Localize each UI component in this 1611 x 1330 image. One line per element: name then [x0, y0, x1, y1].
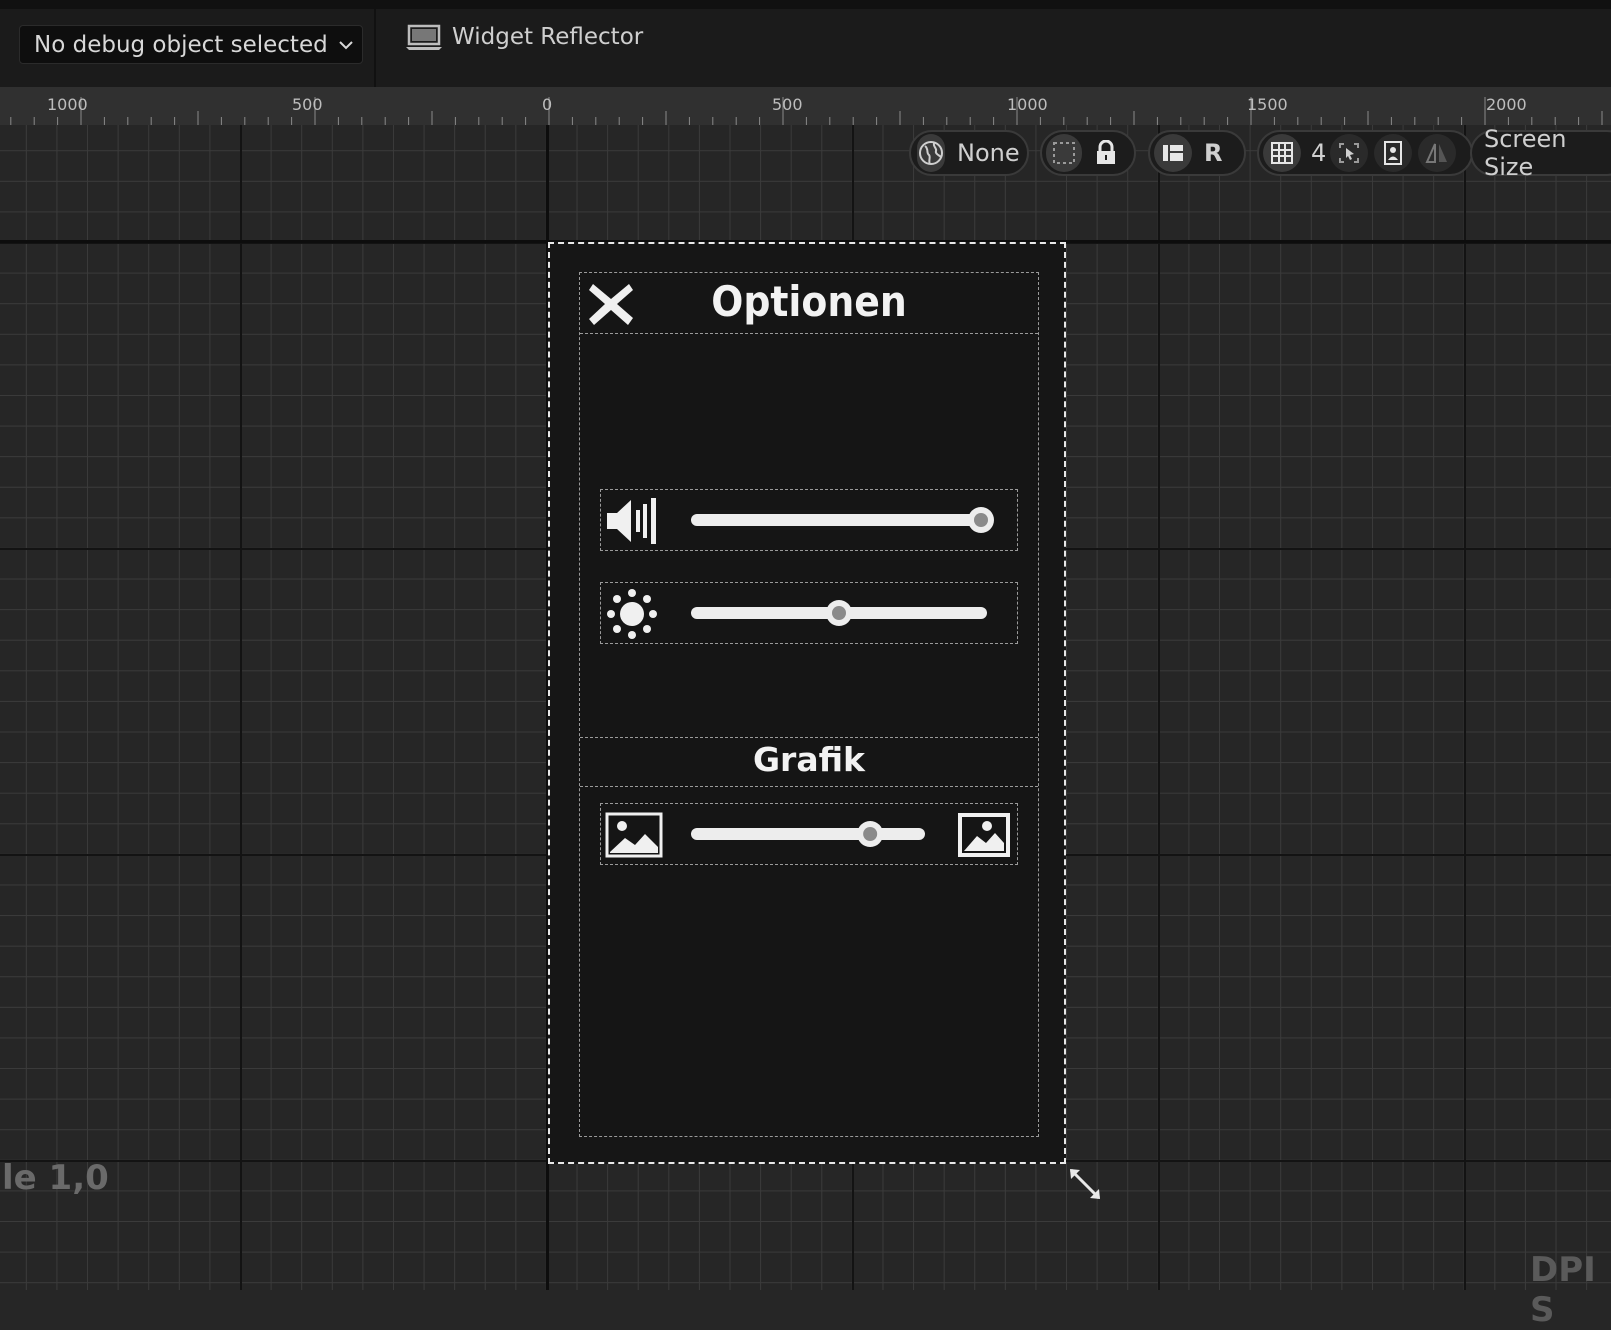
ruler-label: 500	[292, 95, 323, 114]
locale-label: None	[957, 139, 1020, 167]
respect-locks-label: R	[1204, 139, 1223, 167]
speaker-icon	[607, 498, 656, 544]
grid-snap-icon[interactable]	[1263, 134, 1301, 172]
window-top-band	[0, 0, 1611, 9]
ruler-label: 0	[542, 95, 553, 114]
image-preview-icon[interactable]	[1374, 134, 1413, 172]
graphics-section-title: Grafik	[752, 740, 866, 779]
graphics-quality-row	[600, 803, 1018, 865]
locale-button[interactable]: None	[909, 130, 1029, 176]
graphics-quality-slider[interactable]	[691, 804, 941, 864]
image-high-icon	[958, 813, 1010, 857]
layout-icon	[1154, 134, 1192, 172]
grid-pill: 4	[1257, 130, 1473, 176]
ruler-label: 1500	[1247, 95, 1288, 114]
image-low-icon	[605, 812, 663, 858]
lock-icon[interactable]	[1088, 134, 1124, 172]
chevron-down-icon	[338, 40, 353, 49]
title-row: Optionen	[580, 273, 1038, 334]
ruler-label: 1000	[47, 95, 88, 114]
brightness-row	[600, 582, 1018, 644]
widget-root[interactable]: Optionen Grafik	[548, 242, 1066, 1164]
debug-object-dropdown[interactable]: No debug object selected	[19, 25, 363, 64]
marquee-select-icon[interactable]	[1046, 134, 1082, 172]
dpi-scale-label: DPI S	[1530, 1250, 1596, 1330]
options-title: Optionen	[711, 277, 907, 326]
grid-size-value[interactable]: 4	[1307, 139, 1330, 167]
slider-thumb-dot	[974, 513, 988, 527]
graphics-section-header: Grafik	[580, 737, 1038, 787]
brightness-slider[interactable]	[691, 583, 1011, 643]
ruler-label: 1000	[1007, 95, 1048, 114]
horizontal-ruler: 1000 500 0 500 1000 1500 2000	[0, 87, 1611, 126]
ruler-label: 2000	[1486, 95, 1527, 114]
respect-locks-group: R	[1148, 130, 1246, 176]
flip-icon[interactable]	[1418, 134, 1457, 172]
lock-group	[1040, 130, 1136, 176]
zoom-scale-label: le 1,0	[2, 1158, 109, 1198]
slider-thumb-dot	[832, 606, 846, 620]
lock-pill	[1040, 130, 1136, 176]
brightness-icon	[607, 589, 657, 639]
debug-object-label: No debug object selected	[34, 31, 328, 58]
volume-row	[600, 489, 1018, 551]
pointer-select-icon[interactable]	[1330, 134, 1369, 172]
designer-toolbar: No debug object selected	[0, 9, 1611, 88]
toolbar-separator	[374, 9, 376, 87]
screen-size-group: Screen Size	[1470, 125, 1611, 181]
ruler-ticks	[10, 97, 1603, 125]
ruler-label: 500	[772, 95, 803, 114]
options-panel[interactable]: Optionen Grafik	[579, 272, 1039, 1137]
screen-size-button[interactable]: Screen Size	[1470, 125, 1611, 181]
monitor-icon	[406, 24, 442, 50]
resize-handle-icon[interactable]	[1066, 1165, 1106, 1205]
widget-reflector-label: Widget Reflector	[452, 24, 644, 50]
viewport-toolbar: None	[909, 130, 1029, 176]
globe-icon	[917, 134, 945, 172]
volume-slider[interactable]	[691, 490, 1011, 550]
screen-size-label: Screen Size	[1484, 125, 1567, 181]
grid-group: 4	[1257, 130, 1473, 176]
respect-locks-button[interactable]: R	[1148, 130, 1246, 176]
slider-thumb-dot	[863, 827, 878, 841]
widget-reflector-button[interactable]: Widget Reflector	[406, 20, 643, 54]
